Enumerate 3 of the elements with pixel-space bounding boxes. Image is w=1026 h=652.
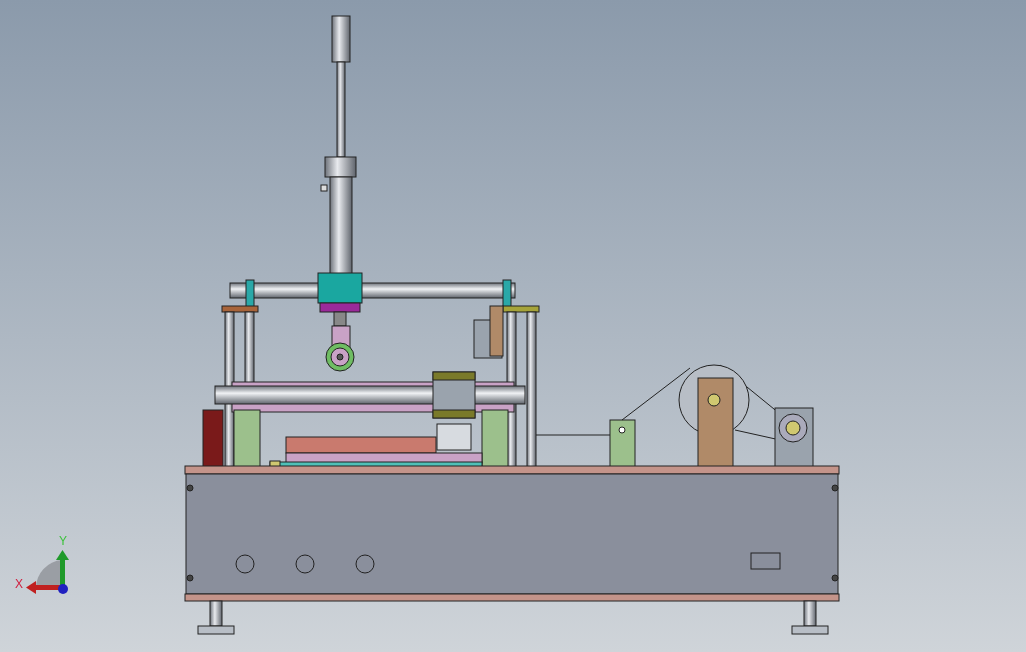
x-axis-label: X (15, 577, 23, 591)
y-axis-label: Y (59, 534, 67, 548)
axis-triad-icon (26, 550, 69, 594)
